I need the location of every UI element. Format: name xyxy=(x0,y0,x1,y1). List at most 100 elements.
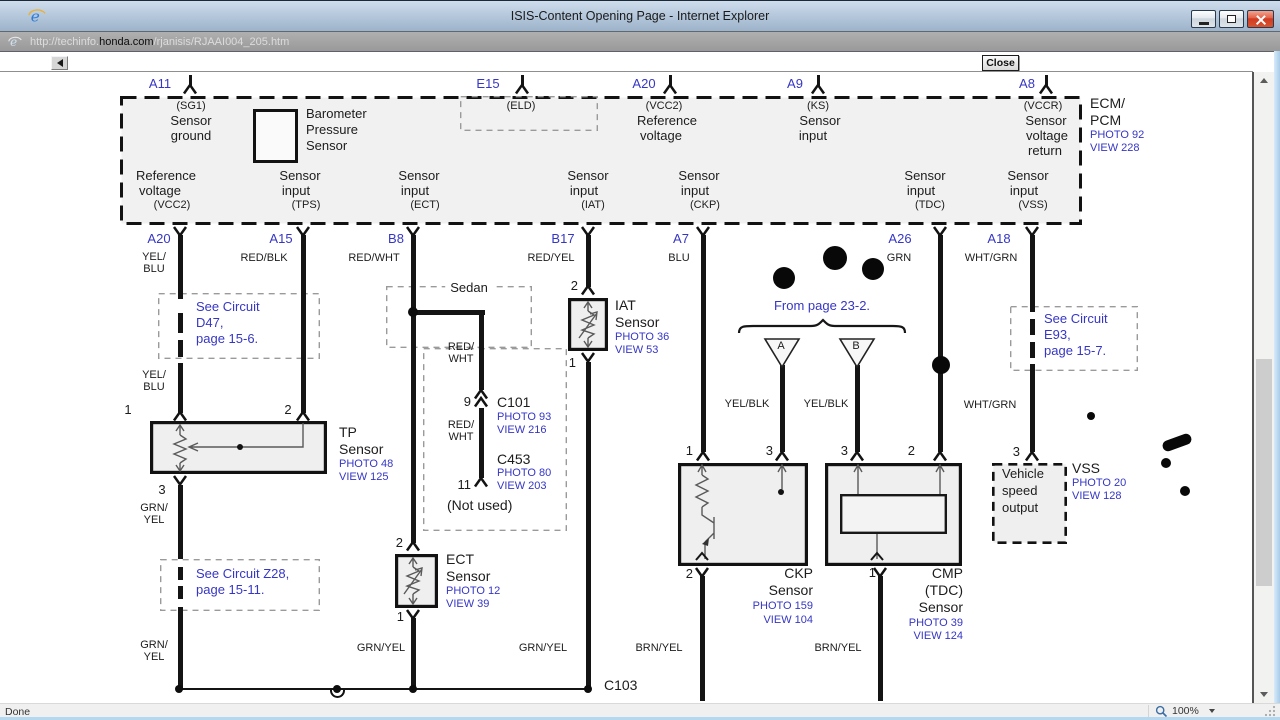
ect-photo: PHOTO 12 xyxy=(446,585,501,597)
pin-a20: A20 xyxy=(147,231,171,246)
wire-grnyel-1b: YEL xyxy=(143,514,165,526)
resize-grip[interactable] xyxy=(1264,705,1276,717)
ink-spot xyxy=(823,246,847,270)
wire-yelblu-2b: BLU xyxy=(143,381,165,393)
wire-brnyel-2: BRN/YEL xyxy=(814,642,862,654)
wire-segment xyxy=(585,362,591,688)
ect-pin-2: 2 xyxy=(395,535,403,550)
wire-blu: BLU xyxy=(668,252,690,264)
ecm-col4-line2: input xyxy=(569,183,599,198)
pin-a9: A9 xyxy=(787,76,803,91)
wire-redwht: RED/WHT xyxy=(348,252,400,264)
ect-name-line2: Sensor xyxy=(446,568,491,584)
ecm-col7-line1: Sensor xyxy=(1007,168,1049,183)
ecm-col7-line2: input xyxy=(1009,183,1039,198)
iat-view: VIEW 53 xyxy=(615,344,659,356)
vertical-scrollbar[interactable] xyxy=(1254,72,1274,703)
ckp-pin-3: 3 xyxy=(765,443,773,458)
barometer-line2: Pressure xyxy=(306,122,359,137)
eld-code: (ELD) xyxy=(506,100,536,112)
ink-spot xyxy=(1161,458,1171,468)
iat-name-line2: Sensor xyxy=(615,314,660,330)
terminal-fork-icon xyxy=(810,82,826,95)
vccr-code: (VCCR) xyxy=(1023,100,1063,112)
wire-segment xyxy=(585,235,591,287)
c101-pin-9: 9 xyxy=(463,394,471,409)
wire-whtgrn-2: WHT/GRN xyxy=(963,399,1017,411)
ecm-col5-line2: input xyxy=(680,183,710,198)
wire-redwht-2b: WHT xyxy=(448,353,474,365)
cmp-photo: PHOTO 39 xyxy=(908,617,963,629)
wire-grnyel-2b: YEL xyxy=(143,651,165,663)
terminal-fork-icon xyxy=(580,352,596,364)
scroll-up-button[interactable] xyxy=(1254,72,1274,89)
minimize-button[interactable] xyxy=(1191,10,1216,28)
c103-name: C103 xyxy=(604,677,638,693)
pin-a18: A18 xyxy=(987,231,1011,246)
scrollbar-thumb[interactable] xyxy=(1256,359,1272,586)
terminal-fork-icon xyxy=(580,226,596,238)
ckp-name-line2: Sensor xyxy=(768,582,813,598)
close-window-button[interactable] xyxy=(1247,10,1274,28)
wire-segment xyxy=(779,365,785,452)
vss-name: VSS xyxy=(1072,460,1101,476)
c101-view: VIEW 216 xyxy=(497,424,547,436)
vcc2-top-line1: Reference xyxy=(637,113,697,128)
zoom-level: 100% xyxy=(1172,705,1199,717)
scroll-down-icon xyxy=(1260,692,1268,697)
ckp-name-line1: CKP xyxy=(784,565,813,581)
terminal-fork-icon xyxy=(182,82,198,95)
pin-a11: A11 xyxy=(148,76,172,91)
maximize-button[interactable] xyxy=(1219,10,1244,28)
wire-segment xyxy=(1029,235,1035,312)
vss-pin-3: 3 xyxy=(1012,444,1020,459)
ckp-pin-1: 1 xyxy=(685,443,693,458)
junction-dot xyxy=(408,307,418,317)
ks-line1: Sensor xyxy=(799,113,841,128)
terminal-fork-icon xyxy=(405,226,421,238)
ecm-view: VIEW 228 xyxy=(1090,142,1140,154)
scroll-up-icon xyxy=(1260,78,1268,83)
pin-a26: A26 xyxy=(888,231,912,246)
terminal-fork-icon xyxy=(1024,449,1040,462)
ecm-col6-code: (TDC) xyxy=(915,199,945,211)
barometer-line3: Sensor xyxy=(306,138,348,153)
ecm-col6-line1: Sensor xyxy=(904,168,946,183)
page-toolbar xyxy=(0,52,1280,72)
wire-segment xyxy=(177,363,183,413)
scroll-down-button[interactable] xyxy=(1254,686,1274,703)
wire-redwht-3b: WHT xyxy=(448,431,474,443)
back-arrow-icon xyxy=(56,59,63,67)
wire-redblk: RED/BLK xyxy=(240,252,288,264)
window-border-right xyxy=(1274,51,1280,717)
terminal-fork-icon xyxy=(695,449,711,462)
note-z28-line1: See Circuit Z28, xyxy=(196,566,290,581)
tp-pin-2: 2 xyxy=(284,402,292,417)
terminal-fork-icon xyxy=(774,449,790,462)
note-e93-line2: E93, xyxy=(1044,327,1071,342)
url-text[interactable]: http://techinfo.honda.com/rjanisis/RJAAI… xyxy=(30,36,289,48)
vss-box-line2: speed xyxy=(1002,483,1038,498)
wire-segment xyxy=(410,618,416,688)
page-close-button[interactable]: Close xyxy=(982,55,1019,71)
ecm-col1-code: (VCC2) xyxy=(153,199,191,211)
note-d47-line1: See Circuit xyxy=(196,299,260,314)
ecm-photo: PHOTO 92 xyxy=(1090,129,1145,141)
terminal-fork-icon xyxy=(695,226,711,238)
wire-segment xyxy=(410,235,416,543)
ecm-col2-line2: input xyxy=(281,183,311,198)
terminal-fork-icon xyxy=(932,226,948,238)
address-bar[interactable]: e http://techinfo.honda.com/rjanisis/RJA… xyxy=(0,31,1280,52)
wire-segment xyxy=(177,586,183,599)
ecm-col3-line1: Sensor xyxy=(398,168,440,183)
wire-grnyel-4: GRN/YEL xyxy=(518,642,568,654)
iat-pin-2: 2 xyxy=(570,278,578,293)
zoom-control[interactable]: 100% xyxy=(1155,704,1215,718)
wire-segment xyxy=(1029,319,1035,335)
iat-name-line1: IAT xyxy=(615,297,636,313)
back-button[interactable] xyxy=(51,56,68,70)
c453-name: C453 xyxy=(497,451,531,467)
ecm-col5-line1: Sensor xyxy=(678,168,720,183)
c453-pin-11: 11 xyxy=(457,477,472,492)
pin-a8: A8 xyxy=(1019,76,1035,91)
